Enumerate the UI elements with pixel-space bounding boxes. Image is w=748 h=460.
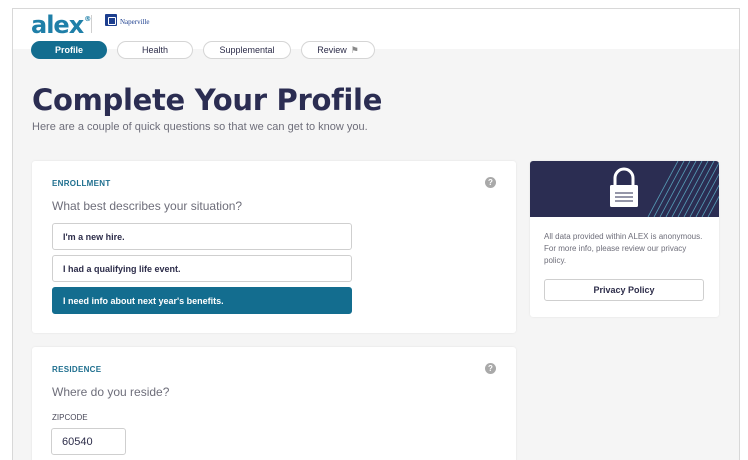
privacy-banner: [530, 161, 719, 217]
privacy-card: All data provided within ALEX is anonymo…: [530, 161, 719, 317]
option-life-event[interactable]: I had a qualifying life event.: [52, 255, 352, 282]
flag-icon: ⚑: [350, 44, 359, 55]
tab-supplemental[interactable]: Supplemental: [203, 41, 291, 59]
tab-review[interactable]: Review ⚑: [301, 41, 375, 59]
help-icon[interactable]: ?: [485, 177, 496, 188]
page-title: Complete Your Profile: [32, 83, 383, 117]
residence-label: RESIDENCE: [52, 365, 102, 374]
tab-profile[interactable]: Profile: [31, 41, 107, 59]
app-frame: alex® Naperville Profile Health Suppleme…: [12, 8, 740, 460]
zipcode-input[interactable]: 60540: [51, 428, 126, 455]
zipcode-label: ZIPCODE: [52, 413, 88, 422]
partner-crest-icon: [105, 14, 117, 26]
progress-tabs: Profile Health Supplemental Review ⚑: [31, 41, 375, 59]
partner-logo: Naperville: [105, 14, 150, 26]
enrollment-label: ENROLLMENT: [52, 179, 111, 188]
privacy-text: All data provided within ALEX is anonymo…: [544, 232, 703, 265]
tab-health[interactable]: Health: [117, 41, 193, 59]
help-icon[interactable]: ?: [485, 363, 496, 374]
residence-question: Where do you reside?: [52, 385, 170, 399]
alex-logo[interactable]: alex®: [31, 11, 91, 39]
option-new-hire[interactable]: I'm a new hire.: [52, 223, 352, 250]
residence-card: RESIDENCE ? Where do you reside? ZIPCODE…: [32, 347, 516, 460]
padlock-icon: [610, 161, 719, 217]
page-subtitle: Here are a couple of quick questions so …: [32, 121, 368, 133]
privacy-policy-button[interactable]: Privacy Policy: [544, 279, 704, 301]
enrollment-question: What best describes your situation?: [52, 199, 243, 213]
logo-divider: [91, 15, 92, 33]
partner-name: Naperville: [120, 18, 150, 26]
option-next-year-benefits[interactable]: I need info about next year's benefits.: [52, 287, 352, 314]
enrollment-card: ENROLLMENT ? What best describes your si…: [32, 161, 516, 333]
